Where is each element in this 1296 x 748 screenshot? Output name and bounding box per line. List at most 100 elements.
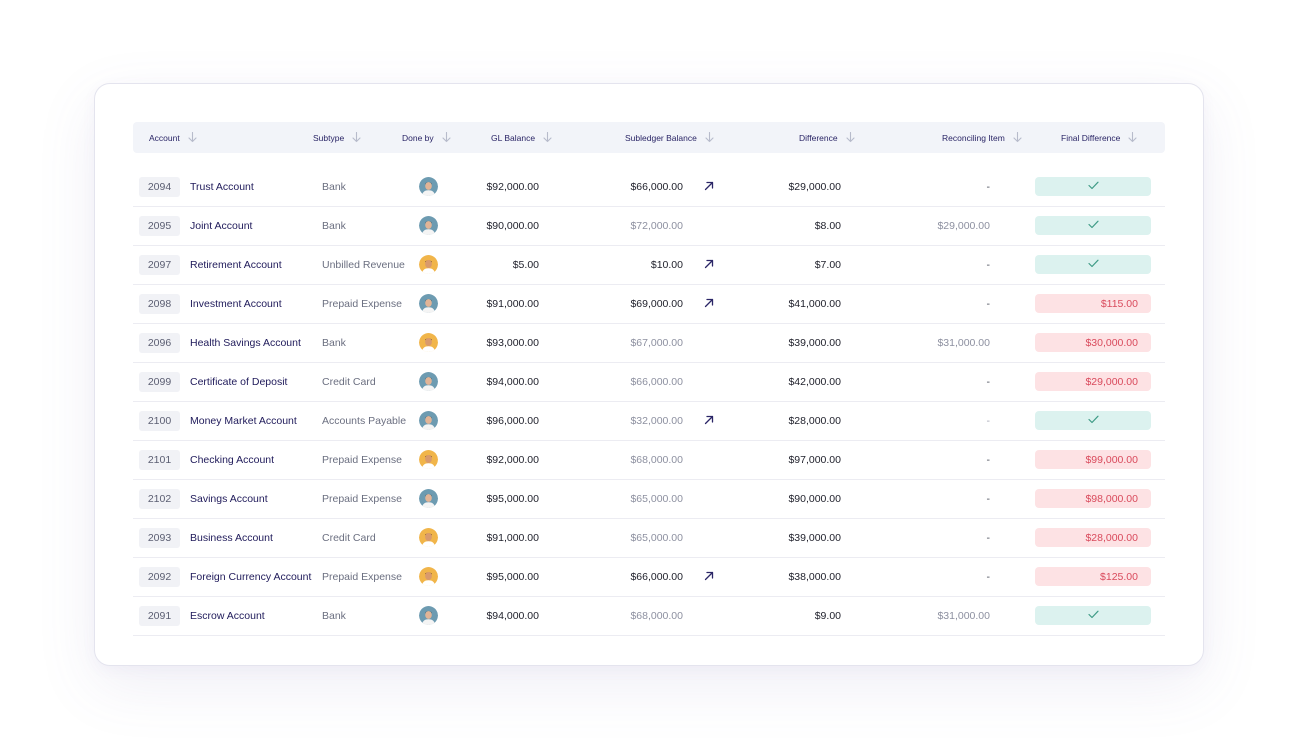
final-difference-badge <box>1035 606 1151 625</box>
table-row[interactable]: 2091 Escrow Account Bank $94,000.00 $68,000.… <box>133 597 1165 636</box>
column-header-subledger-balance[interactable]: Subledger Balance <box>625 122 714 153</box>
arrow-down-icon[interactable] <box>1013 132 1022 143</box>
table-header: Account Subtype Done by GL Balance Suble… <box>133 122 1165 153</box>
table-row[interactable]: 2092 Foreign Currency Account Prepaid Expe… <box>133 558 1165 597</box>
difference: $39,000.00 <box>788 337 841 349</box>
final-difference-badge: $125.00 <box>1035 567 1151 586</box>
final-difference-value: $28,000.00 <box>1085 531 1138 544</box>
table-row[interactable]: 2100 Money Market Account Accounts Payable… <box>133 402 1165 441</box>
subledger-balance: $32,000.00 <box>630 415 683 427</box>
account-name-link[interactable]: Health Savings Account <box>190 324 301 362</box>
reconciling-item: $29,000.00 <box>937 220 990 232</box>
arrow-up-right-icon[interactable] <box>703 570 715 582</box>
account-name-link[interactable]: Savings Account <box>190 480 268 518</box>
subtype: Credit Card <box>322 376 376 388</box>
account-id: 2102 <box>139 489 180 509</box>
account-name-link[interactable]: Money Market Account <box>190 402 297 440</box>
avatar <box>419 177 438 196</box>
reconciling-item: $31,000.00 <box>937 337 990 349</box>
arrow-down-icon[interactable] <box>705 132 714 143</box>
arrow-down-icon[interactable] <box>352 132 361 143</box>
subledger-balance: $66,000.00 <box>630 571 683 583</box>
subtype: Bank <box>322 610 346 622</box>
reconciling-item: - <box>986 493 991 505</box>
check-icon <box>1087 220 1099 232</box>
table-row[interactable]: 2095 Joint Account Bank $90,000.00 $72,000.0… <box>133 207 1165 246</box>
arrow-down-icon[interactable] <box>1128 132 1137 143</box>
account-id: 2099 <box>139 372 180 392</box>
account-name-link[interactable]: Trust Account <box>190 168 254 206</box>
table-row[interactable]: 2097 Retirement Account Unbilled Revenue $5… <box>133 246 1165 285</box>
arrow-up-right-icon[interactable] <box>703 297 715 309</box>
final-difference-value: $98,000.00 <box>1085 492 1138 505</box>
subtype: Prepaid Expense <box>322 454 402 466</box>
account-id: 2101 <box>139 450 180 470</box>
column-header-reconciling-item[interactable]: Reconciling Item <box>942 122 1022 153</box>
column-header-account[interactable]: Account <box>149 122 197 153</box>
account-name-link[interactable]: Foreign Currency Account <box>190 558 311 596</box>
reconciling-item: - <box>986 181 991 193</box>
reconciling-item: - <box>986 376 991 388</box>
subtype: Bank <box>322 337 346 349</box>
gl-balance: $95,000.00 <box>486 493 539 505</box>
avatar <box>419 606 438 625</box>
difference: $42,000.00 <box>788 376 841 388</box>
difference: $9.00 <box>814 610 841 622</box>
table-row[interactable]: 2094 Trust Account Bank $92,000.00 $66,000.0… <box>133 168 1165 207</box>
difference: $90,000.00 <box>788 493 841 505</box>
account-name-link[interactable]: Joint Account <box>190 207 252 245</box>
arrow-down-icon[interactable] <box>442 132 451 143</box>
column-label: Subtype <box>313 132 345 143</box>
table-row[interactable]: 2098 Investment Account Prepaid Expense $91… <box>133 285 1165 324</box>
table-row[interactable]: 2101 Checking Account Prepaid Expense $92,0… <box>133 441 1165 480</box>
reconciling-item: - <box>986 298 991 310</box>
account-id: 2092 <box>139 567 180 587</box>
difference: $97,000.00 <box>788 454 841 466</box>
column-header-final-difference[interactable]: Final Difference <box>1061 122 1137 153</box>
gl-balance: $91,000.00 <box>486 532 539 544</box>
arrow-down-icon[interactable] <box>846 132 855 143</box>
account-id: 2100 <box>139 411 180 431</box>
account-name-link[interactable]: Escrow Account <box>190 597 265 635</box>
gl-balance: $5.00 <box>512 259 539 271</box>
gl-balance: $94,000.00 <box>486 610 539 622</box>
subtype: Accounts Payable <box>322 415 407 427</box>
subledger-balance: $10.00 <box>650 259 683 271</box>
column-label: Final Difference <box>1061 132 1121 143</box>
account-id: 2096 <box>139 333 180 353</box>
difference: $28,000.00 <box>788 415 841 427</box>
table-row[interactable]: 2093 Business Account Credit Card $91,000.0… <box>133 519 1165 558</box>
table-row[interactable]: 2099 Certificate of Deposit Credit Card $94… <box>133 363 1165 402</box>
column-header-gl-balance[interactable]: GL Balance <box>491 122 552 153</box>
reconciling-item: - <box>986 532 991 544</box>
column-header-subtype[interactable]: Subtype <box>313 122 361 153</box>
column-header-done-by[interactable]: Done by <box>402 122 451 153</box>
avatar <box>419 489 438 508</box>
account-name-link[interactable]: Retirement Account <box>190 246 282 284</box>
reconciliation-card: Account Subtype Done by GL Balance Suble… <box>94 83 1204 666</box>
gl-balance: $95,000.00 <box>486 571 539 583</box>
difference: $39,000.00 <box>788 532 841 544</box>
subledger-balance: $65,000.00 <box>630 493 683 505</box>
subledger-balance: $68,000.00 <box>630 454 683 466</box>
account-name-link[interactable]: Investment Account <box>190 285 282 323</box>
table-row[interactable]: 2096 Health Savings Account Bank $93,000.00… <box>133 324 1165 363</box>
check-icon <box>1087 415 1099 427</box>
gl-balance: $92,000.00 <box>486 181 539 193</box>
arrow-up-right-icon[interactable] <box>703 414 715 426</box>
account-name-link[interactable]: Checking Account <box>190 441 274 479</box>
column-header-difference[interactable]: Difference <box>799 122 855 153</box>
account-name-link[interactable]: Business Account <box>190 519 273 557</box>
final-difference-badge: $29,000.00 <box>1035 372 1151 391</box>
arrow-up-right-icon[interactable] <box>703 180 715 192</box>
account-id: 2094 <box>139 177 180 197</box>
table-row[interactable]: 2102 Savings Account Prepaid Expense $95,00… <box>133 480 1165 519</box>
final-difference-badge: $99,000.00 <box>1035 450 1151 469</box>
account-id: 2091 <box>139 606 180 626</box>
column-label: Difference <box>799 132 838 143</box>
account-name-link[interactable]: Certificate of Deposit <box>190 363 287 401</box>
arrow-down-icon[interactable] <box>543 132 552 143</box>
arrow-up-right-icon[interactable] <box>703 258 715 270</box>
arrow-down-icon[interactable] <box>188 132 197 143</box>
subledger-balance: $67,000.00 <box>630 337 683 349</box>
